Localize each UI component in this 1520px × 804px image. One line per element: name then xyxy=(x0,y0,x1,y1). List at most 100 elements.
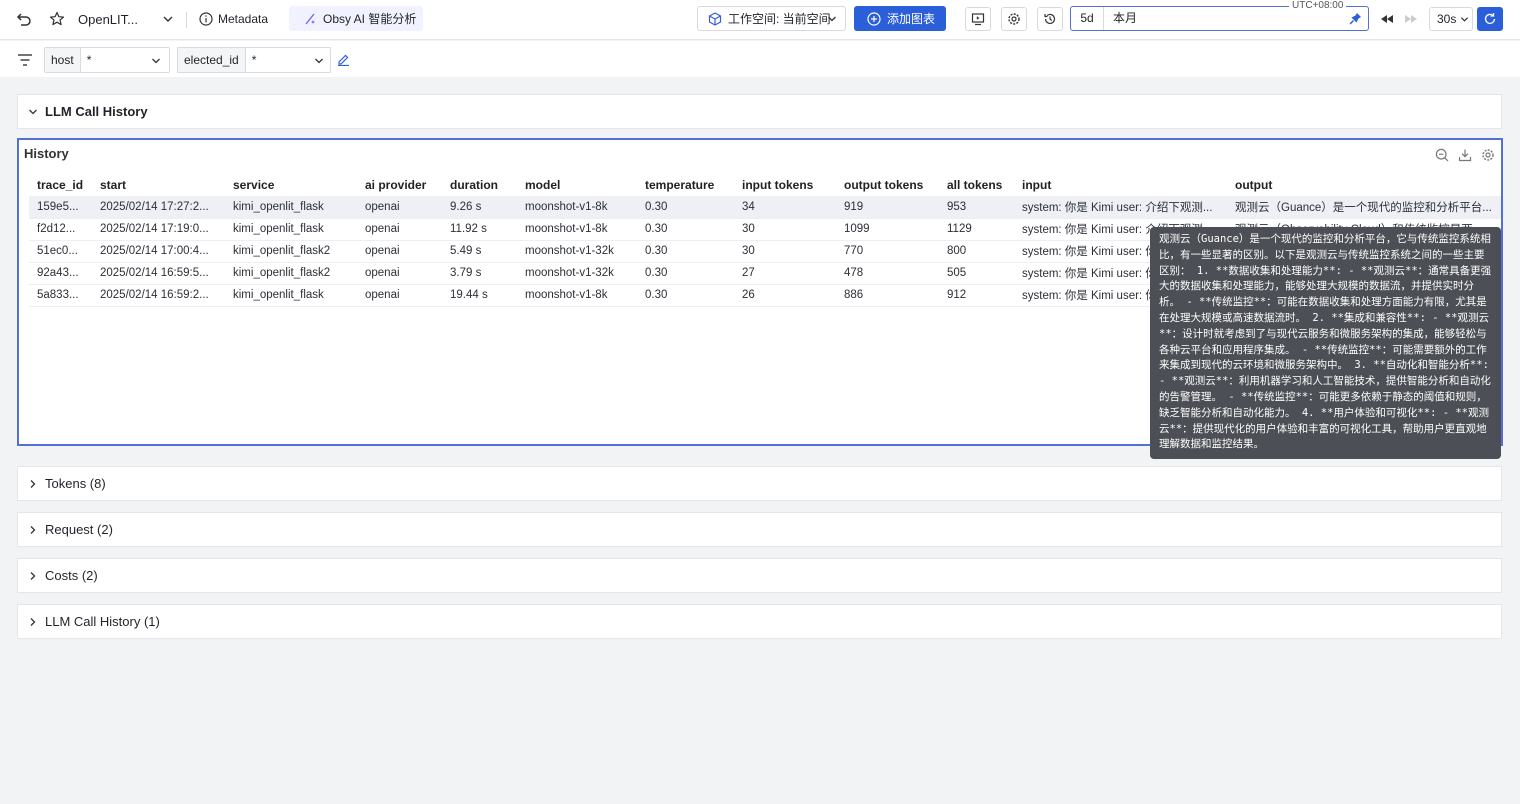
forward-icon[interactable] xyxy=(1399,7,1423,31)
table-cell: 800 xyxy=(939,240,1014,263)
table-cell: 0.30 xyxy=(637,196,734,219)
dashboard-title[interactable]: OpenLIT... xyxy=(78,12,138,27)
table-cell: 26 xyxy=(734,284,836,307)
table-header-row: trace_id start service ai provider durat… xyxy=(29,174,1501,196)
column-header[interactable]: output xyxy=(1227,174,1501,196)
table-cell: f2d12... xyxy=(29,218,92,241)
table-cell: 1129 xyxy=(939,218,1014,241)
filter-host[interactable]: host * xyxy=(44,47,170,73)
table-cell: openai xyxy=(357,240,442,263)
chevron-down-icon[interactable] xyxy=(162,13,174,25)
table-cell: moonshot-v1-8k xyxy=(517,218,637,241)
chevron-down-icon xyxy=(1461,16,1469,22)
sparkle-icon xyxy=(305,13,315,24)
table-cell: 953 xyxy=(939,196,1014,219)
column-header[interactable]: trace_id xyxy=(29,174,92,196)
timezone-label: UTC+08:00 xyxy=(1289,0,1347,12)
back-icon[interactable] xyxy=(16,11,32,27)
edit-icon[interactable] xyxy=(337,53,350,66)
time-range-value[interactable]: 本月 xyxy=(1113,7,1137,30)
column-header[interactable]: input xyxy=(1014,174,1227,196)
table-cell: openai xyxy=(357,262,442,285)
filter-key-host: host xyxy=(45,48,81,72)
column-header[interactable]: duration xyxy=(442,174,517,196)
table-cell: 2025/02/14 17:00:4... xyxy=(92,240,225,263)
column-header[interactable]: output tokens xyxy=(836,174,939,196)
group-header[interactable]: LLM Call History xyxy=(18,95,148,128)
table-cell: openai xyxy=(357,218,442,241)
output-tooltip: 观测云（Guance）是一个现代的监控和分析平台，它与传统监控系统相比，有一些显… xyxy=(1150,227,1501,459)
obsy-ai-label: Obsy AI 智能分析 xyxy=(323,12,417,26)
add-chart-label: 添加图表 xyxy=(887,12,936,26)
table-cell: 34 xyxy=(734,196,836,219)
table-cell: moonshot-v1-32k xyxy=(517,262,637,285)
column-header[interactable]: start xyxy=(92,174,225,196)
metadata-button[interactable]: Metadata xyxy=(199,12,268,26)
time-quick-select[interactable]: 5d xyxy=(1071,7,1104,30)
table-cell: 11.92 s xyxy=(442,218,517,241)
filter-elected-id[interactable]: elected_id * xyxy=(177,47,331,73)
column-header[interactable]: temperature xyxy=(637,174,734,196)
filter-icon[interactable] xyxy=(17,53,33,67)
chevron-right-icon xyxy=(30,571,36,580)
download-icon[interactable] xyxy=(1458,148,1472,162)
rewind-icon[interactable] xyxy=(1375,7,1399,31)
filter-key-elected-id: elected_id xyxy=(178,48,246,72)
column-header[interactable]: model xyxy=(517,174,637,196)
obsy-ai-button[interactable]: Obsy AI 智能分析 xyxy=(289,6,423,31)
filter-value-text: * xyxy=(86,53,92,67)
table-cell: 886 xyxy=(836,284,939,307)
filter-value-host[interactable]: * xyxy=(81,48,167,72)
settings-icon[interactable] xyxy=(1481,148,1495,162)
top-toolbar: OpenLIT... Metadata Obsy AI 智能分析 工作空间: 当… xyxy=(0,0,1520,40)
gear-icon[interactable] xyxy=(1001,7,1027,31)
table-cell: openai xyxy=(357,284,442,307)
group-title: LLM Call History xyxy=(45,104,148,119)
chevron-down-icon xyxy=(315,58,323,64)
group-header[interactable]: Tokens (8) xyxy=(18,467,106,500)
group-llm-call-history-collapsed[interactable]: LLM Call History (1) xyxy=(17,604,1502,639)
add-chart-button[interactable]: 添加图表 xyxy=(854,6,946,31)
chevron-down-icon xyxy=(29,109,37,114)
group-header[interactable]: Costs (2) xyxy=(18,559,98,592)
group-header[interactable]: Request (2) xyxy=(18,513,113,546)
table-cell: 2025/02/14 16:59:2... xyxy=(92,284,225,307)
refresh-interval-value: 30s xyxy=(1437,12,1457,26)
screen-icon[interactable] xyxy=(965,7,991,31)
table-cell: 5a833... xyxy=(29,284,92,307)
table-cell: 912 xyxy=(939,284,1014,307)
group-tokens[interactable]: Tokens (8) xyxy=(17,466,1502,501)
table-cell: kimi_openlit_flask xyxy=(225,284,357,307)
table-cell: 505 xyxy=(939,262,1014,285)
group-request[interactable]: Request (2) xyxy=(17,512,1502,547)
table-cell: 92a43... xyxy=(29,262,92,285)
table-row[interactable]: 159e5... 2025/02/14 17:27:2... kimi_open… xyxy=(29,196,1501,219)
group-title: Request (2) xyxy=(45,522,113,537)
table-cell: 1099 xyxy=(836,218,939,241)
workspace-select[interactable]: 工作空间: 当前空间 xyxy=(697,6,846,31)
panel-title: History xyxy=(24,146,69,161)
refresh-interval-select[interactable]: 30s xyxy=(1429,7,1473,31)
zoom-out-icon[interactable] xyxy=(1435,148,1449,162)
chevron-right-icon xyxy=(30,479,36,488)
column-header[interactable]: input tokens xyxy=(734,174,836,196)
group-llm-call-history[interactable]: LLM Call History xyxy=(17,94,1502,129)
refresh-icon[interactable] xyxy=(1477,7,1503,31)
table-cell: 观测云（Guance）是一个现代的监控和分析平台... xyxy=(1227,196,1501,219)
table-cell: 0.30 xyxy=(637,284,734,307)
table-cell: 30 xyxy=(734,218,836,241)
history-icon[interactable] xyxy=(1037,7,1063,31)
column-header[interactable]: service xyxy=(225,174,357,196)
group-header[interactable]: LLM Call History (1) xyxy=(18,605,160,638)
cube-icon xyxy=(708,11,722,26)
table-cell: 159e5... xyxy=(29,196,92,219)
table-cell: 919 xyxy=(836,196,939,219)
column-header[interactable]: ai provider xyxy=(357,174,442,196)
plus-circle-icon xyxy=(867,11,881,26)
column-header[interactable]: all tokens xyxy=(939,174,1014,196)
table-cell: kimi_openlit_flask xyxy=(225,196,357,219)
filter-value-elected-id[interactable]: * xyxy=(246,48,330,72)
group-costs[interactable]: Costs (2) xyxy=(17,558,1502,593)
star-icon[interactable] xyxy=(49,11,65,27)
pin-icon[interactable] xyxy=(1349,12,1362,25)
